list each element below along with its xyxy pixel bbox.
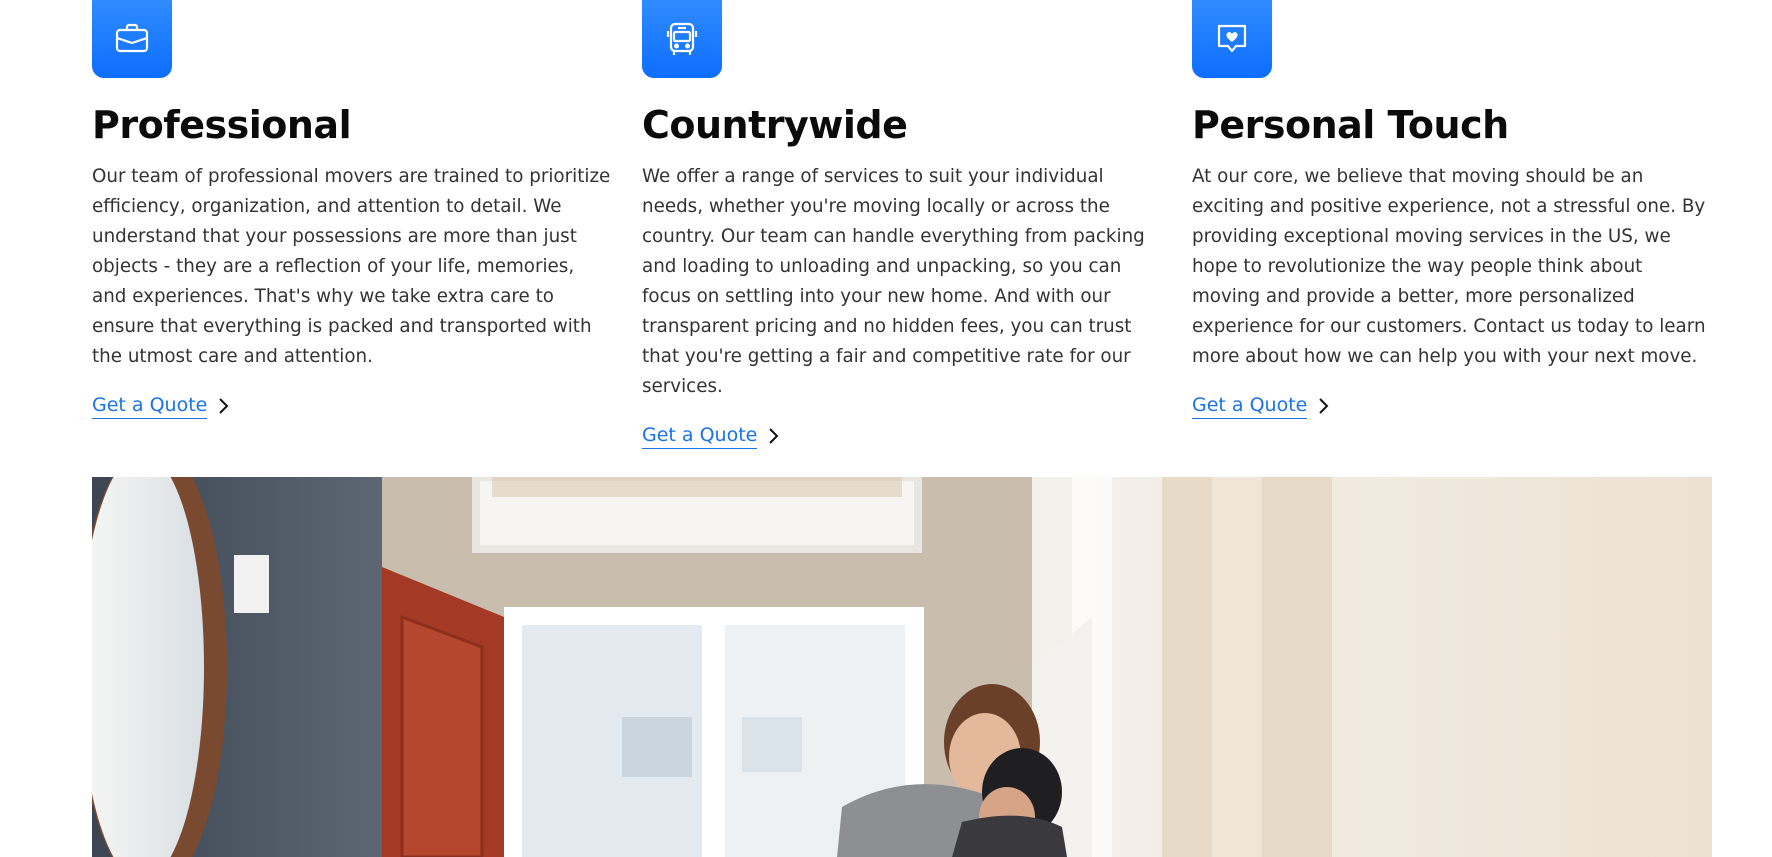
feature-description: We offer a range of services to suit you…	[642, 166, 1145, 397]
chevron-right-icon	[769, 428, 779, 444]
feature-description: At our core, we believe that moving shou…	[1192, 166, 1706, 367]
chevron-right-icon	[1319, 398, 1329, 414]
get-quote-label: Get a Quote	[642, 423, 758, 449]
chat-heart-icon	[1217, 24, 1247, 53]
feature-icon-box	[642, 0, 722, 78]
feature-icon-box	[92, 0, 172, 78]
feature-professional: Professional Our team of professional mo…	[92, 0, 612, 449]
get-quote-link[interactable]: Get a Quote	[1192, 393, 1329, 419]
bus-icon	[666, 22, 698, 55]
get-quote-link[interactable]: Get a Quote	[642, 423, 779, 449]
feature-countrywide: Countrywide We offer a range of services…	[642, 0, 1162, 449]
couple-hugging-image	[92, 477, 1712, 857]
feature-title: Professional	[92, 103, 352, 147]
feature-title: Personal Touch	[1192, 103, 1509, 147]
feature-description: Our team of professional movers are trai…	[92, 166, 611, 367]
get-quote-label: Get a Quote	[92, 393, 208, 419]
hero-photo	[92, 477, 1712, 857]
get-quote-link[interactable]: Get a Quote	[92, 393, 229, 419]
feature-personal-touch: Personal Touch At our core, we believe t…	[1192, 0, 1712, 449]
feature-icon-box	[1192, 0, 1272, 78]
features-row: Professional Our team of professional mo…	[92, 0, 1712, 449]
get-quote-label: Get a Quote	[1192, 393, 1308, 419]
chevron-right-icon	[219, 398, 229, 414]
feature-title: Countrywide	[642, 103, 908, 147]
briefcase-icon	[115, 23, 149, 53]
